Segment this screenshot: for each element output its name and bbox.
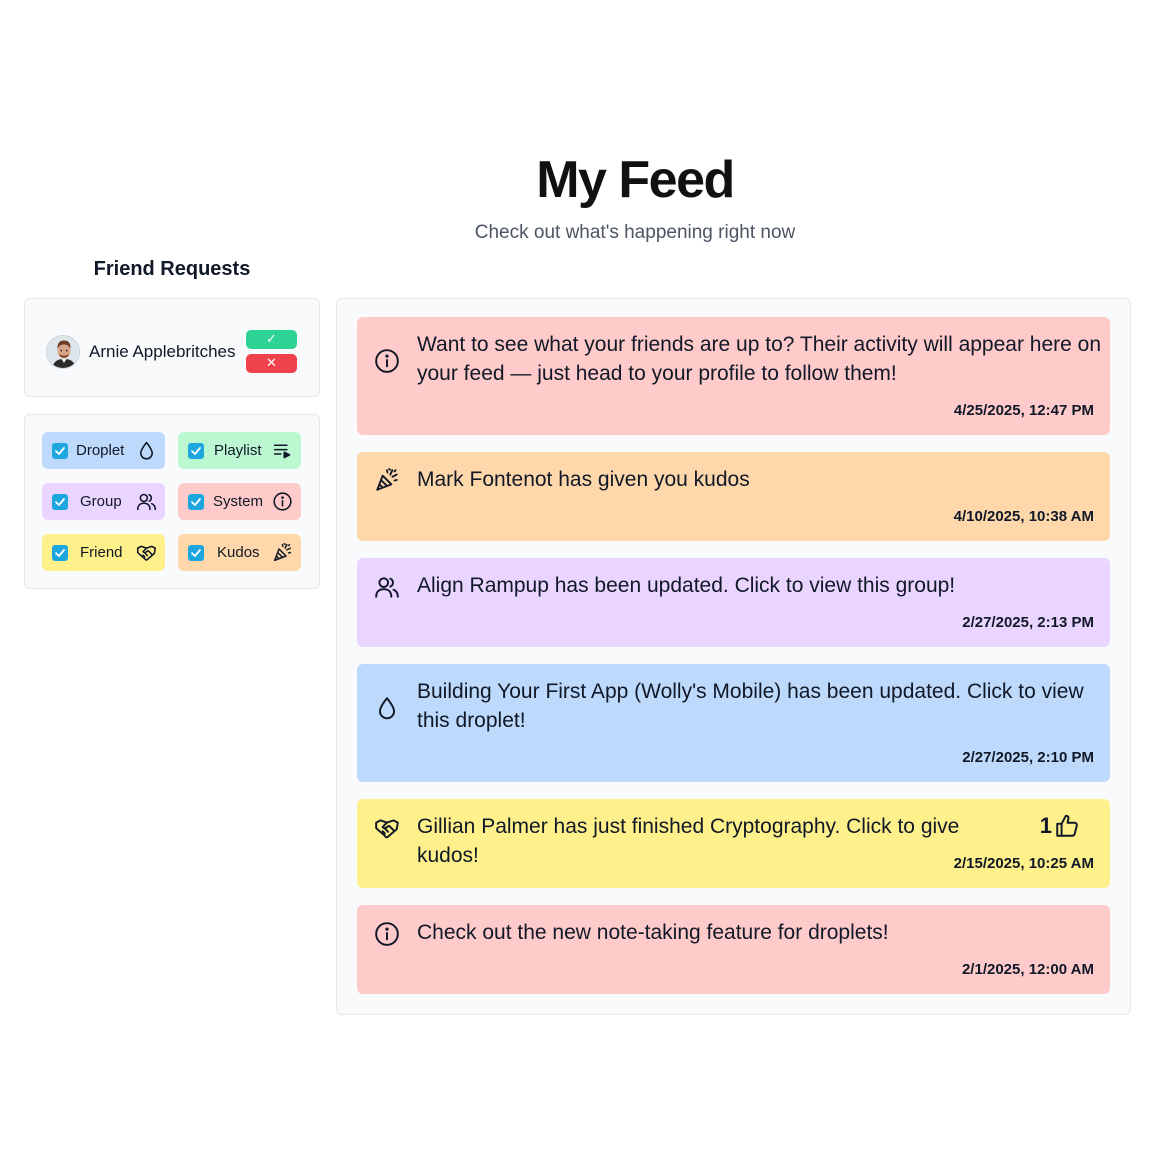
page-title: My Feed: [536, 151, 735, 209]
filter-label-droplet: Droplet: [76, 442, 125, 459]
friend-requests-heading: Friend Requests: [93, 258, 251, 280]
users-icon: [374, 574, 400, 600]
feed-item-date: 2/1/2025, 12:00 AM: [961, 961, 1094, 978]
handshake-icon: [374, 815, 400, 841]
give-kudos-button[interactable]: 1: [1040, 813, 1080, 839]
feed-filter-panel: Droplet Playlist Group System Friend Kud…: [24, 414, 320, 589]
users-icon: [136, 491, 157, 512]
info-icon: [374, 921, 400, 947]
party-popper-icon: [374, 467, 400, 493]
feed-item-date: 2/15/2025, 10:25 AM: [953, 855, 1094, 872]
feed-item-date: 2/27/2025, 2:13 PM: [962, 614, 1094, 631]
friend-request-card: Arnie Applebritches ✓ ✕: [24, 298, 320, 397]
droplet-icon: [374, 695, 400, 721]
checkbox-playlist[interactable]: [188, 443, 204, 459]
accept-request-button[interactable]: ✓: [246, 330, 297, 349]
party-popper-icon: [272, 542, 293, 563]
playlist-icon: [272, 440, 293, 461]
feed-item-kudos[interactable]: Mark Fontenot has given you kudos 4/10/2…: [357, 452, 1110, 541]
thumbs-up-icon: [1054, 813, 1080, 839]
checkbox-group[interactable]: [52, 494, 68, 510]
filter-kudos[interactable]: Kudos: [178, 534, 301, 571]
droplet-icon: [136, 440, 157, 461]
filter-playlist[interactable]: Playlist: [178, 432, 301, 469]
feed-item-friend[interactable]: Gillian Palmer has just finished Cryptog…: [357, 799, 1110, 888]
feed-item-group[interactable]: Align Rampup has been updated. Click to …: [357, 558, 1110, 647]
feed-item-date: 4/25/2025, 12:47 PM: [953, 402, 1094, 419]
filter-label-system: System: [213, 493, 264, 510]
filter-label-playlist: Playlist: [214, 442, 262, 459]
feed-panel: Want to see what your friends are up to?…: [336, 298, 1131, 1015]
feed-item-text: Want to see what your friends are up to?…: [417, 333, 1102, 385]
info-icon: [272, 491, 293, 512]
feed-item-system[interactable]: Want to see what your friends are up to?…: [357, 317, 1110, 435]
feed-item-text: Align Rampup has been updated. Click to …: [417, 574, 956, 597]
filter-droplet[interactable]: Droplet: [42, 432, 165, 469]
feed-item-date: 2/27/2025, 2:10 PM: [962, 749, 1094, 766]
checkbox-system[interactable]: [188, 494, 204, 510]
kudos-count: 1: [1039, 813, 1052, 838]
checkbox-kudos[interactable]: [188, 545, 204, 561]
feed-item-text: Gillian Palmer has just finished Cryptog…: [417, 815, 960, 867]
feed-item-system[interactable]: Check out the new note-taking feature fo…: [357, 905, 1110, 994]
filter-label-kudos: Kudos: [217, 544, 260, 561]
reject-request-button[interactable]: ✕: [246, 354, 297, 373]
filter-system[interactable]: System: [178, 483, 301, 520]
filter-group[interactable]: Group: [42, 483, 165, 520]
friend-request-name: Arnie Applebritches: [89, 342, 236, 361]
filter-friend[interactable]: Friend: [42, 534, 165, 571]
checkbox-droplet[interactable]: [52, 443, 68, 459]
feed-item-text: Mark Fontenot has given you kudos: [417, 468, 750, 491]
avatar[interactable]: [46, 335, 80, 369]
feed-item-text: Building Your First App (Wolly's Mobile)…: [417, 680, 1084, 732]
feed-item-date: 4/10/2025, 10:38 AM: [953, 508, 1094, 525]
feed-item-text: Check out the new note-taking feature fo…: [417, 921, 889, 944]
info-icon: [374, 348, 400, 374]
checkbox-friend[interactable]: [52, 545, 68, 561]
filter-label-group: Group: [80, 493, 122, 510]
filter-label-friend: Friend: [80, 544, 123, 561]
feed-item-droplet[interactable]: Building Your First App (Wolly's Mobile)…: [357, 664, 1110, 782]
handshake-icon: [136, 542, 157, 563]
page-subtitle: Check out what's happening right now: [474, 222, 796, 243]
